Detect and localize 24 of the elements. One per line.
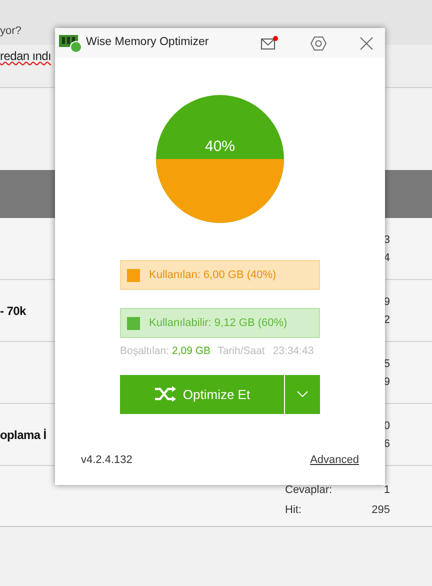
time-value: 23:34:43	[272, 344, 314, 359]
settings-icon[interactable]	[310, 36, 327, 50]
version-text: v4.2.4.132	[81, 452, 132, 468]
stat-label: Cevaplar:	[285, 483, 332, 498]
stat-value: 1	[384, 483, 390, 498]
mail-icon[interactable]	[261, 36, 276, 50]
window-title: Wise Memory Optimizer	[86, 35, 209, 50]
freed-label: Boşaltılan:	[120, 344, 170, 359]
close-icon[interactable]	[360, 36, 373, 50]
memory-chip-icon	[59, 33, 82, 53]
freed-value: 2,09 GB	[172, 344, 211, 359]
stat-label: Hit:	[285, 502, 302, 518]
usage-percent: 40%	[204, 138, 236, 156]
topic-title[interactable]: oplama İ	[0, 426, 46, 444]
advanced-link[interactable]: Advanced	[310, 452, 359, 468]
topic-title[interactable]: - 70k	[0, 302, 26, 320]
header-text: yor?	[0, 24, 22, 38]
chevron-down-icon	[297, 391, 308, 398]
legend-text: Kullanılabilir: 9,12 GB (60%)	[149, 316, 288, 331]
stat-value: 295	[372, 502, 390, 518]
topic-title: redan ındı	[0, 48, 52, 64]
legend-text: Kullanılan: 6,00 GB (40%)	[149, 268, 276, 283]
shuffle-icon	[154, 386, 177, 402]
time-label: Tarih/Saat	[218, 344, 265, 359]
